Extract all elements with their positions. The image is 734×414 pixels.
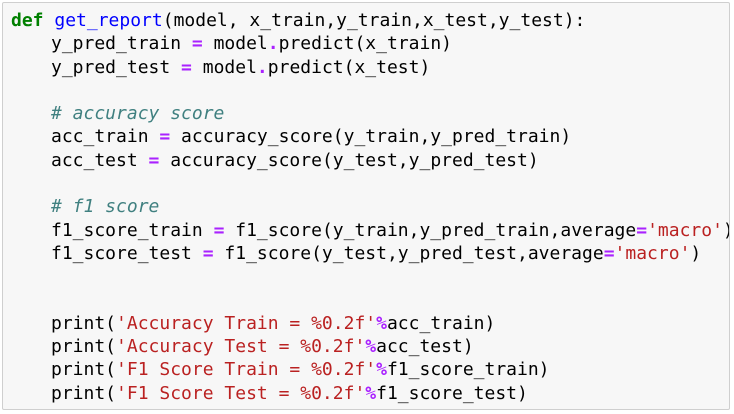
code-line: y_pred_train = model.predict(x_train) <box>11 32 725 55</box>
code-text-token: predict(x_train) <box>278 33 452 55</box>
string-token: 'macro' <box>647 219 723 241</box>
operator-token: = <box>636 219 648 241</box>
code-text-token: ) <box>723 220 729 241</box>
code-text-token: f1_score(y_train,y_pred_train,average <box>224 219 637 241</box>
code-line: print('Accuracy Train = %0.2f'%acc_train… <box>11 312 725 335</box>
code-text-token: print( <box>51 336 117 358</box>
code-text-token: model <box>191 56 257 78</box>
code-text-token: f1_score_test) <box>376 382 528 404</box>
code-text-token: y_pred_train <box>51 33 192 55</box>
string-token: 'Accuracy Train = %0.2f' <box>116 312 377 334</box>
code-text-token: f1_score_test <box>51 242 203 264</box>
operator-token: . <box>267 33 279 55</box>
code-text-token: model <box>202 33 268 55</box>
string-token: 'Accuracy Test = %0.2f' <box>116 336 366 358</box>
operator-token: % <box>365 382 377 404</box>
code-text-token: ) <box>690 242 702 264</box>
code-line: print('F1 Score Train = %0.2f'%f1_score_… <box>11 358 725 381</box>
string-token: 'F1 Score Test = %0.2f' <box>116 382 366 404</box>
operator-token: . <box>256 56 268 78</box>
code-text-token: f1_score_train) <box>386 359 550 381</box>
operator-token: = <box>202 242 214 264</box>
code-line: acc_train = accuracy_score(y_train,y_pre… <box>11 125 725 148</box>
code-text-token: acc_test <box>51 149 149 171</box>
code-line: print('F1 Score Test = %0.2f'%f1_score_t… <box>11 382 725 405</box>
code-line: # f1 score <box>11 195 725 218</box>
code-text-token: (model, x_train,y_train,x_test,y_test): <box>162 10 586 31</box>
code-text-token: f1_score(y_test,y_pred_test,average <box>213 242 604 264</box>
code-line: def get_report(model, x_train,y_train,x_… <box>11 9 725 32</box>
code-text-token: acc_test) <box>376 336 474 358</box>
code-line: # accuracy score <box>11 102 725 125</box>
keyword-token: def <box>11 10 44 31</box>
code-text-token: y_pred_test <box>51 56 182 78</box>
code-line: print('Accuracy Test = %0.2f'%acc_test) <box>11 335 725 358</box>
string-token: 'F1 Score Train = %0.2f' <box>116 359 377 381</box>
code-line: f1_score_train = f1_score(y_train,y_pred… <box>11 219 729 242</box>
comment-token: # f1 score <box>51 196 160 218</box>
operator-token: = <box>213 219 225 241</box>
code-text-token: print( <box>51 382 117 404</box>
code-cell[interactable]: def get_report(model, x_train,y_train,x_… <box>2 2 730 410</box>
code-text-token: predict(x_test) <box>267 56 431 78</box>
operator-token: % <box>376 359 387 381</box>
code-text-token: acc_train <box>51 126 160 148</box>
operator-token: = <box>603 242 615 264</box>
code-line: f1_score_test = f1_score(y_test,y_pred_t… <box>11 242 725 265</box>
code-text-token: f1_score_train <box>51 219 214 241</box>
operator-token: % <box>376 312 387 334</box>
operator-token: = <box>191 33 203 55</box>
code-line: y_pred_test = model.predict(x_test) <box>11 56 725 79</box>
code-text-token: print( <box>51 312 117 334</box>
code-text-token: acc_train) <box>386 312 496 334</box>
operator-token: = <box>159 126 171 148</box>
operator-token: % <box>365 336 377 358</box>
code-line: acc_test = accuracy_score(y_test,y_pred_… <box>11 149 725 172</box>
code-text-token: print( <box>51 359 117 381</box>
code-text-token: accuracy_score(y_test,y_pred_test) <box>159 149 539 171</box>
code-editor[interactable]: def get_report(model, x_train,y_train,x_… <box>11 9 729 405</box>
comment-token: # accuracy score <box>51 103 225 125</box>
operator-token: = <box>148 149 160 171</box>
function-name-token: get_report <box>54 10 163 31</box>
code-text-token: accuracy_score(y_train,y_pred_train) <box>170 126 572 148</box>
string-token: 'macro' <box>614 242 691 264</box>
operator-token: = <box>181 56 192 78</box>
